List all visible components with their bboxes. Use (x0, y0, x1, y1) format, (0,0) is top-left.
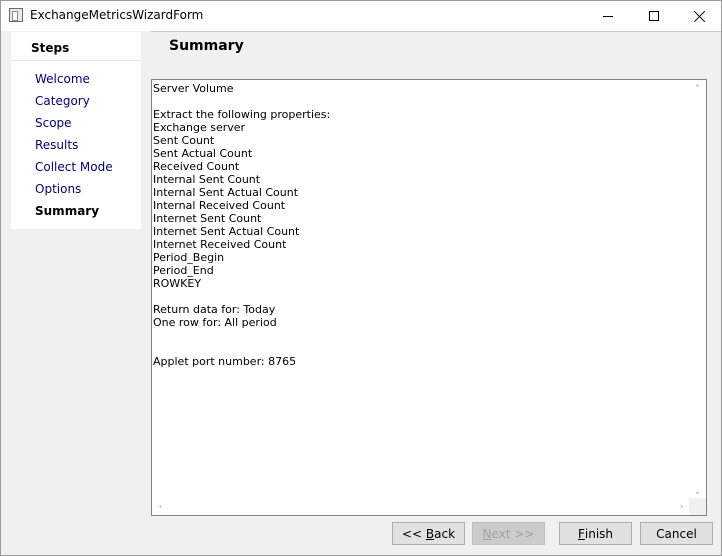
scroll-left-icon[interactable]: ‹ (152, 498, 169, 515)
summary-line: Extract the following properties: (153, 108, 331, 121)
horizontal-scrollbar[interactable]: ‹ › (152, 498, 690, 515)
minimize-button[interactable] (585, 1, 631, 31)
summary-line: Return data for: Today (153, 303, 276, 316)
page-title: Summary (169, 38, 244, 54)
summary-line: Internal Sent Count (153, 173, 261, 186)
title-bar[interactable]: ExchangeMetricsWizardForm (1, 1, 721, 31)
summary-line: Applet port number: 8765 (153, 355, 297, 368)
summary-line: Internet Received Count (153, 238, 287, 251)
steps-divider (11, 60, 141, 61)
cancel-button[interactable]: Cancel (640, 522, 713, 545)
summary-line: Exchange server (153, 121, 246, 134)
wizard-window: ExchangeMetricsWizardForm Steps Welcome C… (0, 0, 722, 556)
scrollbar-corner (689, 498, 706, 515)
app-window-icon (9, 8, 23, 22)
summary-line: Sent Actual Count (153, 147, 253, 160)
step-scope[interactable]: Scope (35, 116, 72, 130)
next-button-label-suffix: ext >> (491, 526, 535, 541)
summary-line: Period_End (153, 264, 214, 277)
summary-line: Internal Sent Actual Count (153, 186, 299, 199)
summary-line: Internal Received Count (153, 199, 286, 212)
summary-line (153, 342, 683, 355)
cancel-button-label: Cancel (656, 526, 697, 541)
maximize-icon (649, 11, 659, 21)
summary-text: Server Volume Extract the following prope… (153, 82, 683, 368)
steps-header: Steps (31, 41, 70, 55)
summary-line: Internet Sent Count (153, 212, 262, 225)
page-header: Summary (151, 32, 721, 78)
finish-button-label-suffix: inish (584, 526, 614, 541)
scroll-right-icon[interactable]: › (673, 498, 690, 515)
minimize-icon (603, 15, 613, 17)
window-title: ExchangeMetricsWizardForm (30, 8, 204, 22)
summary-line: Internet Sent Actual Count (153, 225, 300, 238)
close-button[interactable] (677, 1, 721, 31)
finish-button-mnemonic: F (577, 526, 585, 541)
summary-line: One row for: All period (153, 316, 277, 329)
step-collect-mode[interactable]: Collect Mode (35, 160, 113, 174)
close-icon (694, 10, 706, 22)
step-category[interactable]: Category (35, 94, 90, 108)
back-button-label-prefix: << (401, 526, 426, 541)
step-welcome[interactable]: Welcome (35, 72, 90, 86)
next-button-mnemonic: N (482, 526, 492, 541)
summary-text-box[interactable]: Server Volume Extract the following prope… (151, 79, 707, 516)
back-button-mnemonic: B (425, 526, 435, 541)
step-options[interactable]: Options (35, 182, 81, 196)
summary-line (153, 95, 683, 108)
summary-line: ROWKEY (153, 277, 202, 290)
maximize-button[interactable] (631, 1, 677, 31)
back-button[interactable]: << Back (392, 522, 465, 545)
back-button-label-suffix: ack (434, 526, 456, 541)
steps-panel: Steps Welcome Category Scope Results Collect… (11, 32, 141, 229)
summary-line: Period_Begin (153, 251, 225, 264)
step-summary[interactable]: Summary (35, 204, 99, 218)
scroll-up-icon[interactable]: ⌃ (689, 80, 706, 97)
summary-line: Server Volume (153, 82, 234, 95)
summary-line: Received Count (153, 160, 240, 173)
summary-line (153, 329, 683, 342)
step-results[interactable]: Results (35, 138, 78, 152)
summary-line: Sent Count (153, 134, 215, 147)
next-button[interactable]: Next >> (472, 522, 545, 545)
summary-line (153, 290, 683, 303)
vertical-scrollbar[interactable]: ⌃ ⌄ (689, 80, 706, 500)
finish-button[interactable]: Finish (559, 522, 632, 545)
